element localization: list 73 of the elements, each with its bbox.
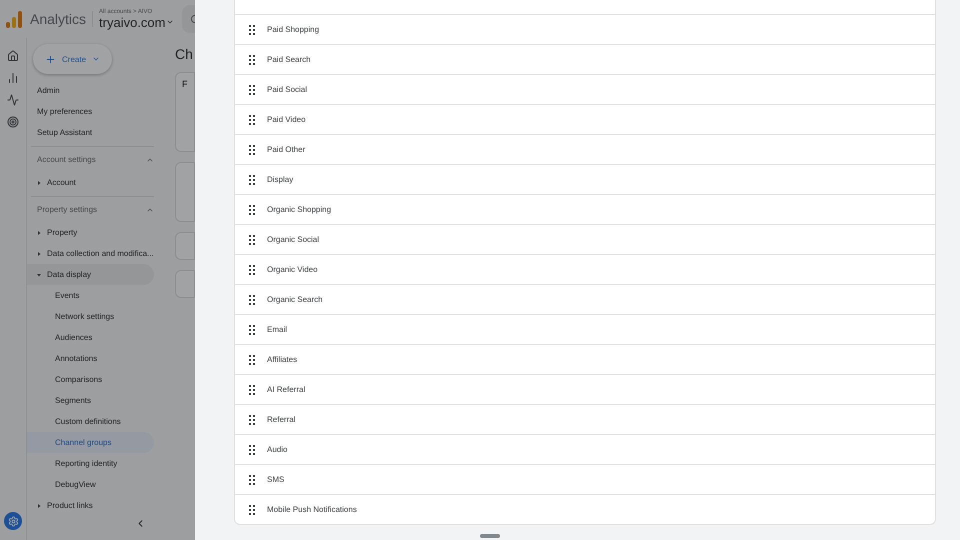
drag-handle-icon[interactable] [249, 444, 255, 454]
drag-handle-icon[interactable] [249, 294, 255, 304]
section-header[interactable]: Account settings [31, 146, 154, 172]
channel-row[interactable]: Mobile Push Notifications [235, 494, 935, 524]
channel-row[interactable]: Paid Video [235, 104, 935, 134]
sidebar-subitem[interactable]: Segments [27, 390, 154, 411]
channel-row[interactable]: Paid Search [235, 44, 935, 74]
channel-row[interactable]: Paid Social [235, 74, 935, 104]
sidebar-subitem[interactable]: Reporting identity [27, 453, 154, 474]
drag-handle-icon[interactable] [249, 24, 255, 34]
drag-handle-icon[interactable] [249, 414, 255, 424]
sidebar-item[interactable]: Data display [27, 264, 154, 285]
create-button[interactable]: Create [33, 44, 112, 74]
page-title: Ch [175, 46, 194, 62]
drag-handle-icon[interactable] [249, 474, 255, 484]
sidebar-item[interactable]: Account [27, 172, 154, 193]
channel-row[interactable]: Email [235, 314, 935, 344]
sidebar-subitem[interactable]: Annotations [27, 348, 154, 369]
dropdown-icon [166, 18, 174, 26]
caret-icon[interactable] [37, 180, 41, 184]
sidebar-item[interactable]: Setup Assistant [27, 122, 154, 143]
sidebar-item[interactable]: Admin [27, 80, 154, 101]
drag-handle-icon[interactable] [249, 54, 255, 64]
card-label: F [182, 79, 188, 89]
sidebar-item[interactable]: Property [27, 222, 154, 243]
sidebar-subitem[interactable]: Channel groups [27, 432, 154, 453]
drag-handle-icon[interactable] [249, 384, 255, 394]
sidebar-subitem[interactable]: Comparisons [27, 369, 154, 390]
drag-handle-icon[interactable] [249, 114, 255, 124]
channel-row[interactable]: Organic Search [235, 284, 935, 314]
channel-row[interactable]: Organic Video [235, 254, 935, 284]
drag-handle-icon[interactable] [249, 234, 255, 244]
account-selector[interactable]: tryaivo.com [99, 14, 174, 30]
drag-handle-icon[interactable] [249, 144, 255, 154]
product-name: Analytics [30, 11, 94, 27]
sidebar-subitem[interactable]: Audiences [27, 327, 154, 348]
dropdown-icon [92, 55, 100, 63]
sidebar-subitem[interactable]: Custom definitions [27, 411, 154, 432]
channel-row[interactable]: Organic Social [235, 224, 935, 254]
drag-handle-icon[interactable] [249, 264, 255, 274]
caret-icon[interactable] [37, 252, 41, 256]
drag-handle-icon[interactable] [249, 204, 255, 214]
channel-row[interactable]: Referral [235, 404, 935, 434]
resize-handle[interactable] [480, 534, 500, 538]
caret-icon[interactable] [37, 230, 41, 234]
channel-row[interactable]: Display [235, 164, 935, 194]
channel-row[interactable]: Organic Shopping [235, 194, 935, 224]
caret-icon[interactable] [37, 504, 41, 508]
drag-handle-icon[interactable] [249, 324, 255, 334]
drag-handle-icon[interactable] [249, 84, 255, 94]
sidebar-subitem[interactable]: DebugView [27, 474, 154, 495]
caret-icon[interactable] [37, 272, 41, 276]
analytics-logo [4, 9, 24, 29]
sidebar-item[interactable]: Data collection and modifica... [27, 243, 154, 264]
target-icon[interactable] [7, 116, 19, 128]
channel-row[interactable]: SMS [235, 464, 935, 494]
bar-chart-icon[interactable] [7, 72, 19, 84]
drag-handle-icon[interactable] [249, 174, 255, 184]
drag-handle-icon[interactable] [249, 504, 255, 514]
sidebar-item[interactable]: Product links [27, 495, 154, 516]
sidebar-item[interactable]: My preferences [27, 101, 154, 122]
channel-row[interactable]: AI Referral [235, 374, 935, 404]
channel-row[interactable]: Paid Other [235, 134, 935, 164]
settings-icon[interactable] [4, 512, 22, 530]
drag-handle-icon[interactable] [249, 354, 255, 364]
section-header[interactable]: Property settings [31, 196, 154, 222]
channel-row[interactable]: Audio [235, 434, 935, 464]
channel-row[interactable]: Affiliates [235, 344, 935, 374]
sidebar-subitem[interactable]: Events [27, 285, 154, 306]
plus-icon [45, 54, 56, 64]
home-icon[interactable] [7, 50, 19, 62]
channel-row[interactable]: Paid Shopping [235, 14, 935, 44]
sidebar-subitem[interactable]: Network settings [27, 306, 154, 327]
